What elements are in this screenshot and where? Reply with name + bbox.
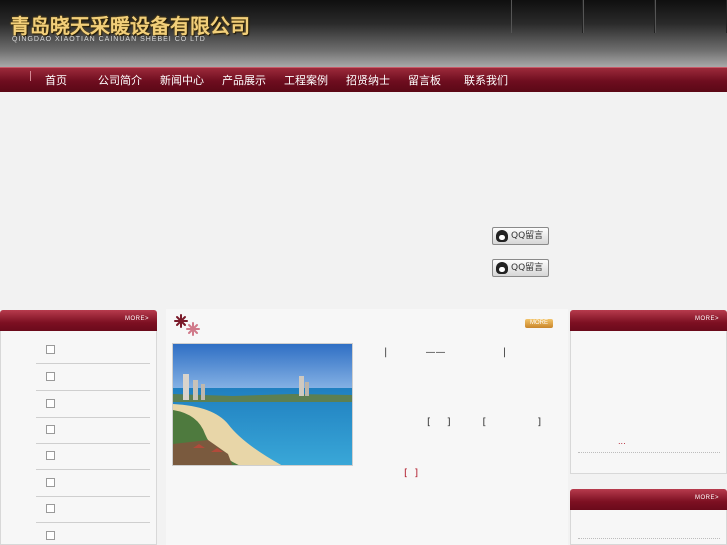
- qq-button-label: QQ留言: [511, 263, 544, 273]
- bullet-box-icon: [46, 345, 55, 354]
- qq-penguin-icon: [496, 262, 508, 274]
- category-item[interactable]: [36, 364, 150, 391]
- category-item[interactable]: [36, 496, 150, 523]
- category-item[interactable]: [36, 523, 150, 545]
- header-slot: [511, 0, 583, 33]
- intro-more-button[interactable]: MORE: [525, 319, 553, 328]
- left-panel-header: MORE>: [0, 310, 157, 331]
- nav-home[interactable]: 首页: [44, 68, 68, 93]
- nav-cases[interactable]: 工程案例: [284, 68, 328, 93]
- category-item[interactable]: [36, 470, 150, 497]
- category-item[interactable]: [36, 391, 150, 418]
- right-panel-body-2: [570, 510, 727, 545]
- category-item[interactable]: [36, 337, 150, 364]
- header-bar: 青岛晓天采暖设备有限公司 QINGDAO XIAOTIAN CAINUAN SH…: [0, 0, 727, 67]
- bullet-box-icon: [46, 425, 55, 434]
- nav-products[interactable]: 产品展示: [222, 68, 266, 93]
- asterisk-decoration-icon: [174, 314, 200, 336]
- right-more-link[interactable]: MORE>: [695, 316, 719, 322]
- intro-text-line: [ ] [ ]: [427, 417, 542, 428]
- qq-button-label: QQ留言: [511, 231, 544, 241]
- header-slot: [583, 0, 655, 33]
- list-separator: [578, 538, 720, 539]
- bullet-box-icon: [46, 372, 55, 381]
- bullet-box-icon: [46, 531, 55, 540]
- nav-contact[interactable]: 联系我们: [464, 68, 508, 93]
- header-slot: [655, 0, 727, 33]
- qq-message-button[interactable]: QQ留言: [492, 227, 549, 245]
- nav-jobs[interactable]: 招贤纳士: [346, 68, 390, 93]
- category-item[interactable]: [36, 417, 150, 444]
- intro-detail-link[interactable]: [ ]: [404, 468, 418, 479]
- left-more-link[interactable]: MORE>: [125, 316, 149, 322]
- right-panel-header: MORE>: [570, 310, 727, 331]
- qq-penguin-icon: [496, 230, 508, 242]
- bullet-box-icon: [46, 478, 55, 487]
- news-ellipsis-link[interactable]: ...: [618, 437, 626, 446]
- main-nav: 首页 公司简介 新闻中心 产品展示 工程案例 招贤纳士 留言板 联系我们: [0, 67, 727, 92]
- nav-about[interactable]: 公司简介: [98, 68, 142, 93]
- right-panel-header-2: MORE>: [570, 489, 727, 510]
- company-name-cn: 青岛晓天采暖设备有限公司: [10, 14, 250, 38]
- nav-divider: [30, 71, 31, 81]
- intro-text-line: | —— |: [384, 347, 507, 358]
- bullet-box-icon: [46, 504, 55, 513]
- bullet-box-icon: [46, 399, 55, 408]
- list-separator: [578, 452, 720, 453]
- right-more-link-2[interactable]: MORE>: [695, 495, 719, 501]
- qq-message-button[interactable]: QQ留言: [492, 259, 549, 277]
- company-name-en: QINGDAO XIAOTIAN CAINUAN SHEBEI CO LTD: [12, 36, 206, 43]
- nav-guestbook[interactable]: 留言板: [408, 68, 441, 93]
- beach-photo: [172, 343, 353, 466]
- category-item[interactable]: [36, 443, 150, 470]
- nav-news[interactable]: 新闻中心: [160, 68, 204, 93]
- bullet-box-icon: [46, 451, 55, 460]
